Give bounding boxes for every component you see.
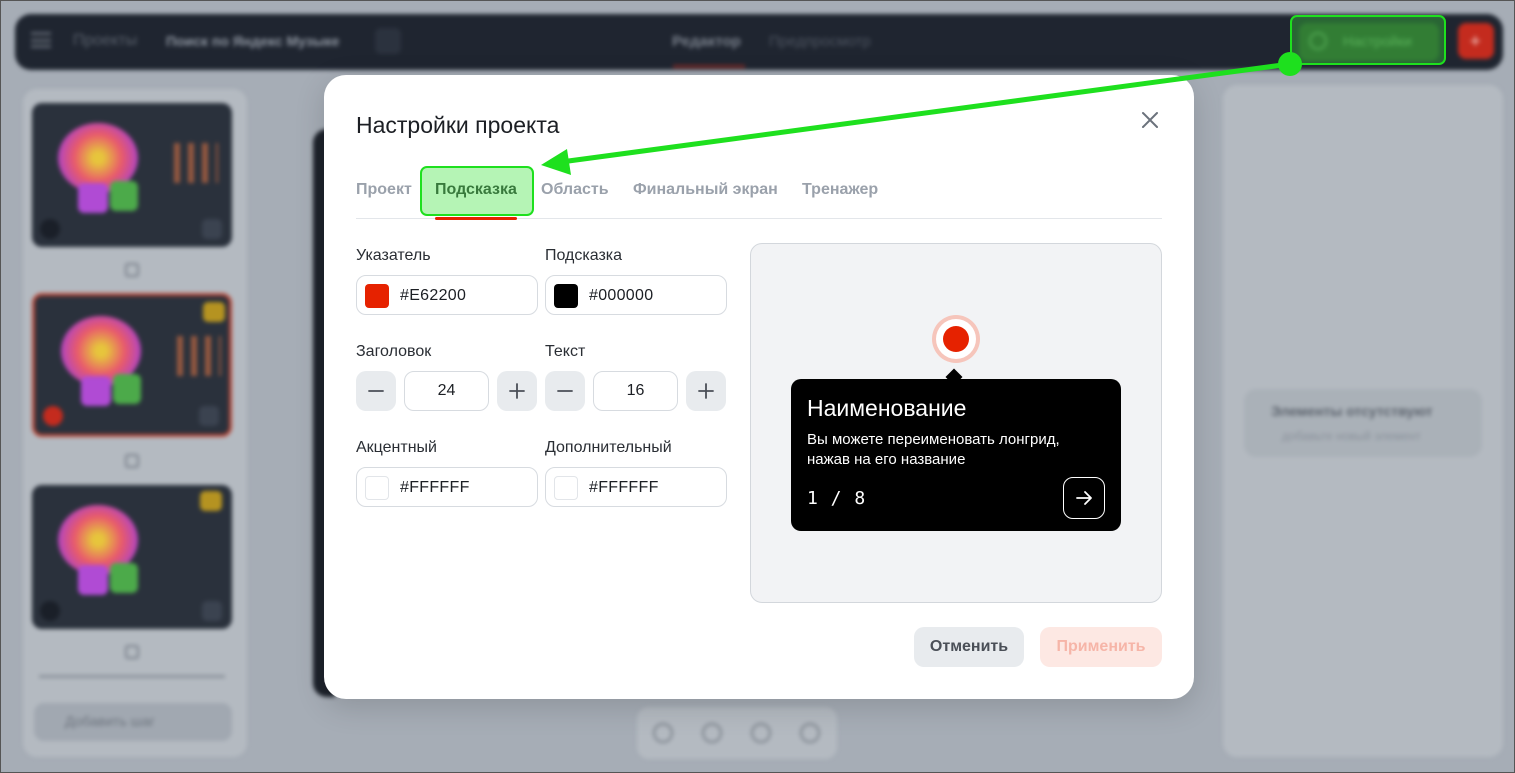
tab-area[interactable]: Область: [541, 181, 609, 199]
duplicate-icon[interactable]: [125, 454, 139, 468]
tooltip-step-counter: 1 / 8: [807, 488, 867, 509]
hint-color-field[interactable]: #000000: [545, 275, 727, 315]
hint-label: Подсказка: [545, 247, 623, 264]
tool-icon[interactable]: [751, 723, 771, 743]
duplicate-icon[interactable]: [125, 263, 139, 277]
sound-icon[interactable]: [800, 723, 820, 743]
tooltip-next-button[interactable]: [1063, 477, 1105, 519]
plus-icon: +: [1470, 31, 1481, 51]
text-decrease-button[interactable]: [545, 371, 585, 411]
tab-editor-underline: [673, 65, 745, 68]
accent-swatch[interactable]: [365, 476, 389, 500]
plus-icon: [698, 383, 714, 399]
project-name: Поиск по Яндекс Музыке: [166, 33, 340, 49]
text-increase-button[interactable]: [686, 371, 726, 411]
active-tab-indicator: [435, 217, 517, 220]
minus-icon: [368, 390, 384, 392]
heading-increase-button[interactable]: [497, 371, 537, 411]
heading-size-label: Заголовок: [356, 343, 432, 360]
plus-icon: [509, 383, 525, 399]
text-size-input[interactable]: 16: [593, 371, 678, 411]
duplicate-icon[interactable]: [125, 645, 139, 659]
slide-thumbnail[interactable]: [32, 485, 232, 629]
heading-size-input[interactable]: 24: [404, 371, 489, 411]
menu-icon[interactable]: [31, 32, 51, 48]
accent-color-field[interactable]: #FFFFFF: [356, 467, 538, 507]
hint-swatch[interactable]: [554, 284, 578, 308]
slide-thumbnail[interactable]: [32, 103, 232, 247]
tab-editor[interactable]: Редактор: [672, 33, 741, 50]
breadcrumb-projects[interactable]: Проекты: [73, 32, 137, 50]
pointer-color-value[interactable]: #E62200: [400, 287, 466, 305]
hint-tooltip: Наименование Вы можете переименовать лон…: [791, 379, 1121, 531]
tool-icon[interactable]: [702, 723, 722, 743]
additional-swatch[interactable]: [554, 476, 578, 500]
tab-trainer[interactable]: Тренажер: [802, 181, 878, 199]
tooltip-text: Вы можете переименовать лонгрид, нажав н…: [807, 431, 1060, 468]
divider: [39, 675, 225, 678]
pointer-swatch[interactable]: [365, 284, 389, 308]
additional-label: Дополнительный: [545, 439, 672, 456]
text-size-label: Текст: [545, 343, 586, 360]
pointer-dot: [943, 326, 969, 352]
tool-icon[interactable]: [653, 723, 673, 743]
hint-color-value[interactable]: #000000: [589, 287, 653, 305]
arrow-right-icon: [1076, 491, 1092, 505]
cancel-button[interactable]: Отменить: [914, 627, 1024, 667]
accent-label: Акцентный: [356, 439, 437, 456]
slide-thumbnail-selected[interactable]: [32, 293, 232, 437]
hint-preview: Наименование Вы можете переименовать лон…: [750, 243, 1162, 603]
empty-state-subtitle: добавьте новый элемент: [1282, 429, 1421, 443]
pointer-label: Указатель: [356, 247, 431, 264]
tooltip-title: Наименование: [807, 395, 967, 421]
additional-color-value[interactable]: #FFFFFF: [589, 479, 659, 497]
modal-title: Настройки проекта: [356, 112, 560, 138]
empty-state: [1244, 389, 1482, 457]
close-icon[interactable]: [1138, 108, 1162, 132]
pointer-color-field[interactable]: #E62200: [356, 275, 538, 315]
tab-project[interactable]: Проект: [356, 181, 412, 199]
heading-decrease-button[interactable]: [356, 371, 396, 411]
minus-icon: [557, 390, 573, 392]
settings-button-highlight: [1290, 15, 1446, 65]
apply-button[interactable]: Применить: [1040, 627, 1162, 667]
hint-tab-highlight: [420, 166, 534, 216]
tab-final-screen[interactable]: Финальный экран: [633, 181, 778, 199]
edit-name-icon[interactable]: [375, 28, 401, 54]
tab-preview[interactable]: Предпросмотр: [769, 33, 871, 50]
add-slide-label: Добавить шаг: [65, 713, 155, 729]
empty-state-title: Элементы отсутствуют: [1271, 403, 1433, 419]
additional-color-field[interactable]: #FFFFFF: [545, 467, 727, 507]
accent-color-value[interactable]: #FFFFFF: [400, 479, 470, 497]
